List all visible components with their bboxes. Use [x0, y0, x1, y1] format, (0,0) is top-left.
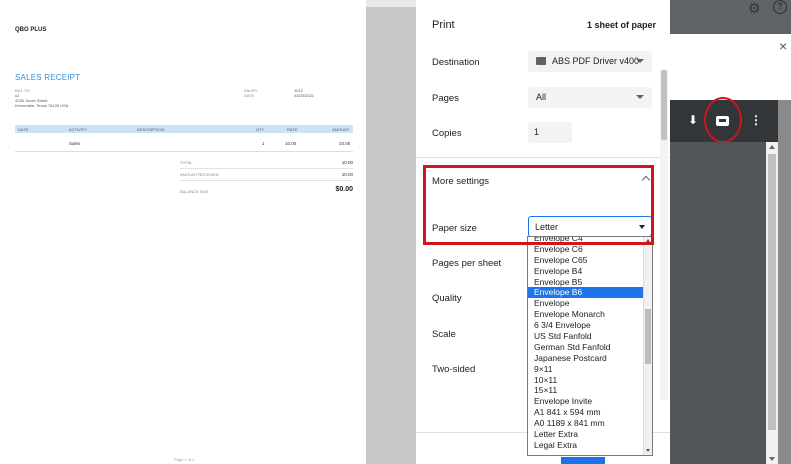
paper-size-option[interactable]: 9×11	[528, 364, 652, 375]
paper-size-option[interactable]: Envelope Monarch	[528, 309, 652, 320]
bill-to-line: Kennedale, Texas 76135 USA	[15, 103, 69, 108]
scale-label: Scale	[432, 329, 456, 340]
total-label: TOTAL	[180, 160, 193, 165]
paper-size-option[interactable]: Envelope B5	[528, 277, 652, 288]
viewer-scrollbar[interactable]	[766, 142, 778, 464]
destination-select[interactable]: ABS PDF Driver v400	[528, 51, 652, 72]
close-icon[interactable]: ×	[779, 38, 787, 54]
paper-size-option[interactable]: Envelope Invite	[528, 396, 652, 407]
row-activity: Sales	[69, 141, 81, 146]
paper-size-option[interactable]: A0 1189 x 841 mm	[528, 418, 652, 429]
column-header: ACTIVITY	[69, 127, 88, 132]
download-icon[interactable]: ⬇	[688, 113, 698, 127]
paper-size-option[interactable]: Envelope C6	[528, 244, 652, 255]
meta-labels: SALES DATE	[244, 88, 257, 98]
meta-value: 03/20/2021	[294, 93, 315, 98]
column-header: QTY	[256, 127, 265, 132]
help-icon[interactable]: ?	[773, 0, 787, 14]
table-divider	[15, 151, 353, 152]
pages-value: All	[536, 92, 547, 102]
paper-size-option[interactable]: 15×11	[528, 385, 652, 396]
balance-due-label: BALANCE DUE	[180, 189, 209, 194]
scroll-up-icon[interactable]	[769, 145, 775, 149]
column-header: DATE	[18, 127, 29, 132]
paper-size-option[interactable]: US Std Fanfold	[528, 331, 652, 342]
total-divider	[180, 168, 353, 169]
paper-size-option[interactable]: Japanese Postcard	[528, 353, 652, 364]
company-name: QBO PLUS	[15, 27, 47, 33]
paper-size-option[interactable]: Envelope	[528, 298, 652, 309]
paper-size-option[interactable]: Envelope B4	[528, 266, 652, 277]
sheet-count: 1 sheet of paper	[586, 20, 656, 30]
meta-label: DATE	[244, 93, 255, 98]
annotation-circle	[704, 97, 742, 143]
paper-size-option[interactable]: Letter Extra	[528, 429, 652, 440]
paper-size-option[interactable]: Legal Extra	[528, 440, 652, 451]
meta-values: 1012 03/20/2021	[294, 88, 314, 98]
amount-received-value: 10.00	[341, 172, 353, 177]
viewer-scrollbar-thumb[interactable]	[768, 154, 776, 430]
paper-size-option-list: Envelope C4 Envelope C6 Envelope C65 Envelo…	[528, 237, 652, 451]
row-qty: 1	[262, 141, 265, 146]
dialog-header-area	[670, 34, 791, 100]
table-header: DATE ACTIVITY DESCRIPTION QTY RATE AMOUN…	[15, 125, 353, 133]
dropdown-scrollbar-thumb[interactable]	[645, 309, 651, 364]
chevron-down-icon	[636, 59, 644, 63]
paper-size-option[interactable]: A1 841 x 594 mm	[528, 407, 652, 418]
column-header: AMOUNT	[332, 127, 350, 132]
two-sided-label: Two-sided	[432, 364, 476, 375]
page-footer: Page 1 of 1	[174, 457, 195, 462]
dropdown-scrollbar[interactable]	[643, 237, 652, 455]
bill-to-block: BILL TO c2 4335 Jones Street Kennedale, …	[15, 88, 68, 108]
destination-value: ABS PDF Driver v400	[552, 56, 640, 66]
more-vert-icon[interactable]: ⋮	[750, 113, 762, 127]
pdf-viewer-area	[670, 142, 766, 464]
paper-size-option[interactable]: 10×11	[528, 375, 652, 386]
preview-page: QBO PLUS SALES RECEIPT BILL TO c2 4335 J…	[0, 0, 366, 464]
row-amount: 10.00	[339, 141, 351, 146]
section-divider	[416, 157, 670, 158]
chevron-down-icon	[636, 95, 644, 99]
print-title: Print	[432, 19, 455, 31]
destination-label: Destination	[432, 57, 480, 68]
paper-size-option[interactable]: German Std Fanfold	[528, 342, 652, 353]
copies-input[interactable]: 1	[528, 122, 572, 143]
paper-size-option[interactable]: Envelope C65	[528, 255, 652, 266]
copies-label: Copies	[432, 128, 462, 139]
amount-received-label: AMOUNT RECEIVED	[180, 172, 219, 177]
column-header: RATE	[287, 127, 298, 132]
received-divider	[180, 180, 353, 181]
pages-select[interactable]: All	[528, 87, 652, 108]
row-rate: 10.00	[285, 141, 297, 146]
quality-label: Quality	[432, 293, 462, 304]
settings-scrollbar[interactable]	[660, 70, 668, 400]
paper-size-option[interactable]: 6 3/4 Envelope	[528, 320, 652, 331]
total-value: 10.00	[341, 160, 353, 165]
pages-per-sheet-label: Pages per sheet	[432, 258, 502, 269]
paper-size-dropdown[interactable]: Envelope C4 Envelope C6 Envelope C65 Envelo…	[527, 236, 653, 456]
annotation-highlight-box	[423, 165, 654, 245]
settings-scrollbar-thumb[interactable]	[661, 70, 667, 140]
receipt-title: SALES RECEIPT	[15, 73, 81, 82]
column-header: DESCRIPTION	[137, 127, 165, 132]
scroll-down-icon[interactable]	[769, 457, 775, 461]
printer-icon	[536, 57, 546, 65]
scroll-down-icon[interactable]	[646, 449, 650, 452]
pages-label: Pages	[432, 93, 459, 104]
gear-icon[interactable]: ⚙	[748, 0, 761, 17]
print-button[interactable]	[561, 457, 605, 464]
balance-due-value: $0.00	[335, 186, 353, 193]
paper-size-option[interactable]: Envelope B6	[528, 287, 652, 299]
